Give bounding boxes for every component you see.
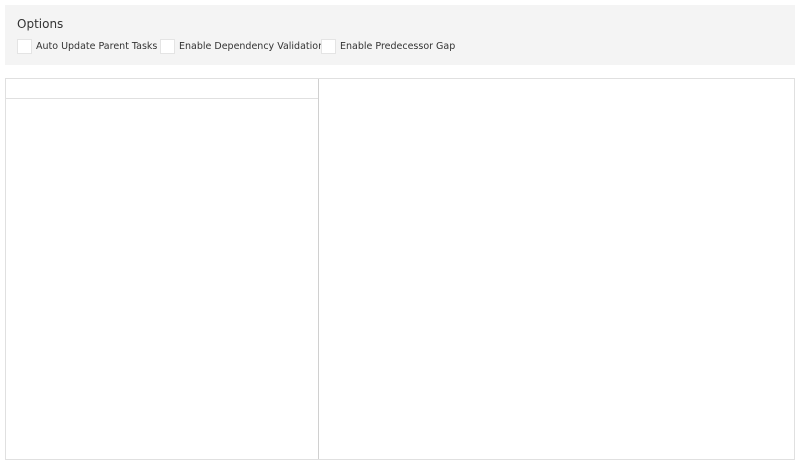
- auto-update-parent-tasks-checkbox[interactable]: Auto Update Parent Tasks: [17, 39, 157, 54]
- checkbox-label: Enable Predecessor Gap: [340, 41, 456, 52]
- grid-header: [6, 79, 318, 99]
- options-title: Options: [17, 17, 64, 31]
- gantt-chart-pane: [320, 79, 794, 459]
- checkbox-label: Auto Update Parent Tasks: [36, 41, 158, 52]
- enable-dependency-validation-checkbox[interactable]: Enable Dependency Validation: [160, 39, 324, 54]
- checkbox-box[interactable]: [160, 39, 175, 54]
- checkbox-box[interactable]: [17, 39, 32, 54]
- checkbox-label: Enable Dependency Validation: [179, 41, 325, 52]
- checkbox-box[interactable]: [321, 39, 336, 54]
- enable-predecessor-gap-checkbox[interactable]: Enable Predecessor Gap: [321, 39, 455, 54]
- options-panel: Options Auto Update Parent Tasks Enable …: [5, 5, 795, 65]
- gantt-chart: [5, 78, 795, 460]
- gantt-grid-pane: [6, 79, 319, 459]
